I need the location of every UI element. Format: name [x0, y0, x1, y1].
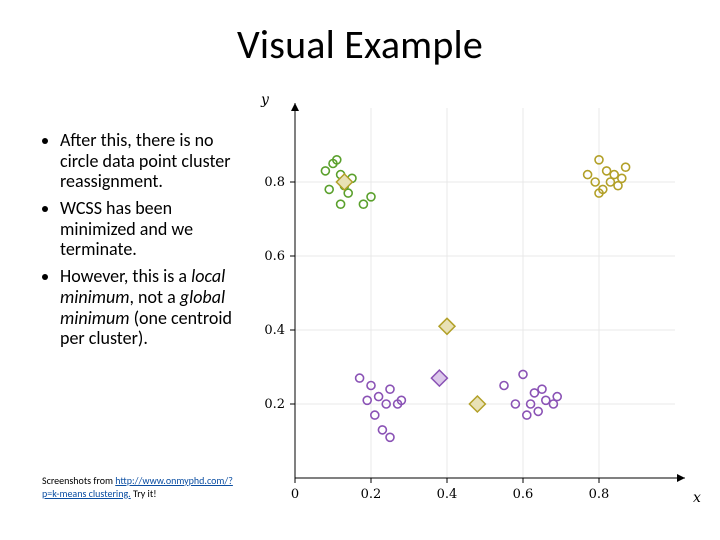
data-point: [359, 200, 367, 208]
axis-arrows: [291, 103, 685, 482]
x-tick: 0.8: [589, 487, 610, 502]
data-point: [603, 167, 611, 175]
data-point: [386, 433, 394, 441]
data-point: [542, 396, 550, 404]
x-tick: 0: [291, 487, 299, 502]
data-point: [530, 389, 538, 397]
data-point: [321, 167, 329, 175]
data-point: [523, 411, 531, 419]
bullet-text: After this, there is no circle data poin…: [60, 129, 231, 192]
data-point: [325, 185, 333, 193]
data-point: [534, 407, 542, 415]
y-tick: 0.4: [264, 323, 285, 338]
x-tick: 0.6: [513, 487, 534, 502]
scatter-chart: 0 0.2 0.4 0.6 0.8 0.2 0.4 0.6 0.8 x y: [245, 88, 705, 518]
x-tick: 0.4: [437, 487, 458, 502]
data-point: [375, 393, 383, 401]
credit-text: Screenshots from http://www.onmyphd.com/…: [42, 475, 242, 500]
centroid-diamond-icon: [469, 396, 485, 412]
bullet-item: After this, there is no circle data poin…: [60, 130, 232, 192]
bullet-text: , not a: [130, 286, 180, 308]
x-tick: 0.2: [361, 487, 382, 502]
y-tick-labels: 0.2 0.4 0.6 0.8: [264, 175, 285, 412]
y-tick: 0.6: [264, 249, 285, 264]
data-point: [378, 426, 386, 434]
bullet-text: However, this is a: [60, 265, 191, 287]
slide: Visual Example After this, there is no c…: [0, 0, 720, 540]
data-point: [500, 382, 508, 390]
y-axis-label: y: [260, 92, 270, 108]
data-point: [356, 374, 364, 382]
credit-post: Try it!: [131, 487, 157, 500]
y-tick: 0.8: [264, 175, 285, 190]
bullet-item: However, this is a local minimum, not a …: [60, 266, 232, 349]
gridlines: [295, 108, 675, 478]
data-point: [538, 385, 546, 393]
data-point: [344, 189, 352, 197]
bullet-item: WCSS has been minimized and we terminate…: [60, 198, 232, 260]
x-axis-label: x: [693, 490, 701, 506]
data-point: [622, 163, 630, 171]
axes: [295, 103, 685, 478]
x-tick-labels: 0 0.2 0.4 0.6 0.8: [291, 487, 609, 502]
data-point: [363, 396, 371, 404]
data-point: [371, 411, 379, 419]
centroid-diamond-icon: [439, 318, 455, 334]
bullet-text: WCSS has been minimized and we terminate…: [60, 197, 193, 260]
data-point: [614, 182, 622, 190]
page-title: Visual Example: [0, 20, 720, 69]
data-point: [386, 385, 394, 393]
centroid-diamond-icon: [336, 174, 352, 190]
data-point: [337, 200, 345, 208]
credit-pre: Screenshots from: [42, 474, 115, 487]
chart-svg: 0 0.2 0.4 0.6 0.8 0.2 0.4 0.6 0.8 x y: [245, 88, 705, 518]
y-tick: 0.2: [264, 397, 285, 412]
centroid-diamond-icon: [431, 370, 447, 386]
bullet-list: After this, there is no circle data poin…: [42, 130, 232, 355]
centroids-layer: [336, 174, 485, 412]
data-point: [584, 171, 592, 179]
